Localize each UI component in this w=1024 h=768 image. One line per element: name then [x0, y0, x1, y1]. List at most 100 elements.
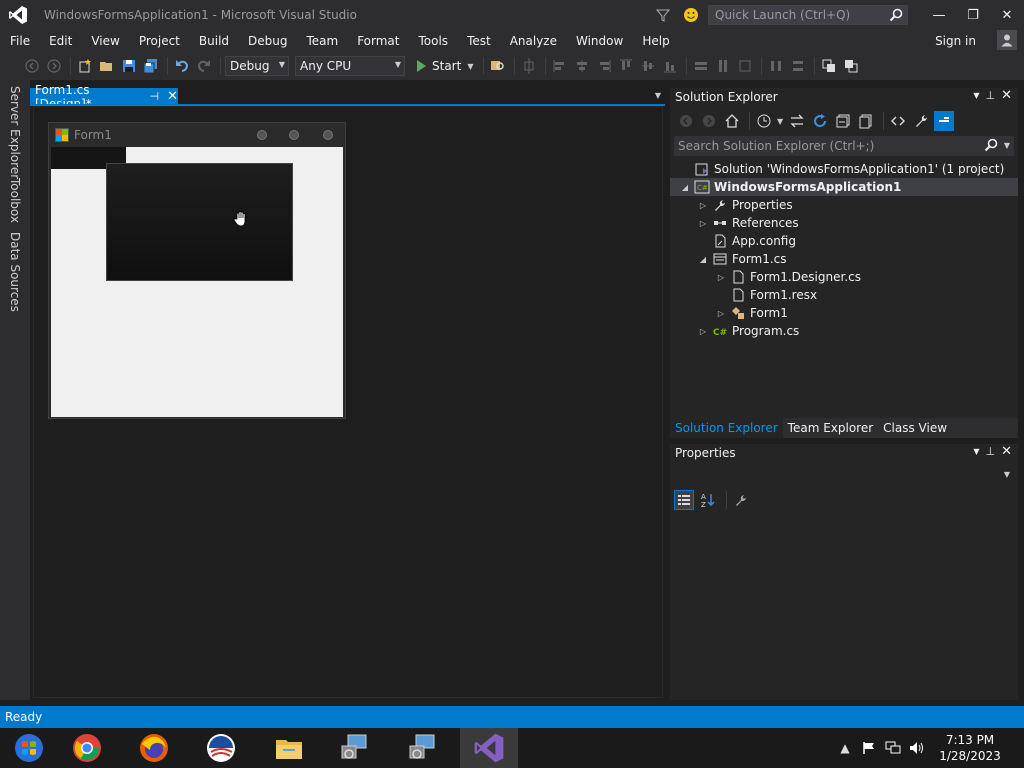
save-all-icon[interactable]: [141, 56, 161, 76]
tab-solution-explorer[interactable]: Solution Explorer: [670, 418, 783, 438]
pin-icon[interactable]: ⊣: [150, 90, 160, 103]
taskbar-firefox[interactable]: [125, 728, 183, 768]
align-to-grid-icon[interactable]: [519, 56, 539, 76]
tree-item-solution[interactable]: Solution 'WindowsFormsApplication1' (1 p…: [670, 160, 1018, 178]
properties-wrench-icon[interactable]: [911, 111, 931, 131]
send-to-back-icon[interactable]: [841, 56, 861, 76]
pin-icon[interactable]: ⊥: [986, 445, 996, 458]
categorized-icon[interactable]: [674, 490, 694, 510]
pending-changes-filter-icon[interactable]: [754, 111, 774, 131]
tree-item-app-config[interactable]: App.config: [670, 232, 1018, 250]
align-middles-icon[interactable]: [638, 56, 658, 76]
menu-test[interactable]: Test: [457, 30, 500, 52]
view-code-icon[interactable]: [888, 111, 908, 131]
menu-format[interactable]: Format: [347, 30, 408, 52]
solution-explorer-search-input[interactable]: Search Solution Explorer (Ctrl+;) ▼: [674, 136, 1014, 156]
taskbar-file-explorer[interactable]: [260, 728, 318, 768]
find-in-files-icon[interactable]: [488, 56, 508, 76]
show-all-files-icon[interactable]: [856, 111, 876, 131]
back-icon[interactable]: [22, 56, 42, 76]
chevron-down-icon[interactable]: ▼: [973, 91, 979, 100]
notification-filter-icon[interactable]: [652, 4, 674, 26]
tab-team-explorer[interactable]: Team Explorer: [783, 418, 879, 438]
chevron-down-icon[interactable]: ▼: [777, 117, 783, 126]
start-button[interactable]: Start ▼: [417, 59, 473, 73]
tree-item-form1-class[interactable]: ▷ Form1: [670, 304, 1018, 322]
undo-icon[interactable]: [172, 56, 192, 76]
tab-class-view[interactable]: Class View: [878, 418, 952, 438]
pin-icon[interactable]: ⊥: [986, 89, 996, 102]
taskbar-network-setup[interactable]: [325, 728, 383, 768]
tree-toggle[interactable]: ▷: [698, 201, 708, 210]
start-menu-button[interactable]: [0, 728, 58, 768]
menu-help[interactable]: Help: [632, 30, 678, 52]
search-icon[interactable]: [889, 8, 903, 25]
solution-platform-select[interactable]: Any CPU ▼: [295, 56, 405, 76]
taskbar-obama-logo[interactable]: [192, 728, 250, 768]
menu-project[interactable]: Project: [129, 30, 189, 52]
form-client-area[interactable]: [51, 147, 343, 417]
tree-item-properties[interactable]: ▷ Properties: [670, 196, 1018, 214]
tree-item-references[interactable]: ▷ References: [670, 214, 1018, 232]
tree-toggle[interactable]: ▷: [716, 273, 726, 282]
forward-icon[interactable]: [44, 56, 64, 76]
server-explorer-tab[interactable]: Server Explorer: [8, 86, 22, 179]
align-bottoms-icon[interactable]: [660, 56, 680, 76]
minimize-button[interactable]: —: [922, 0, 956, 30]
vertical-spacing-icon[interactable]: [788, 56, 808, 76]
tree-toggle[interactable]: ◢: [680, 183, 690, 192]
chevron-down-icon[interactable]: ▼: [1004, 141, 1010, 150]
forward-icon[interactable]: [699, 111, 719, 131]
close-icon[interactable]: ✕: [167, 89, 178, 104]
menu-tools[interactable]: Tools: [409, 30, 458, 52]
action-center-flag-icon[interactable]: [858, 737, 880, 759]
menu-edit[interactable]: Edit: [39, 30, 81, 52]
tree-toggle[interactable]: ▷: [698, 327, 708, 336]
taskbar-clock[interactable]: 7:13 PM 1/28/2023: [930, 732, 1010, 764]
sign-in-link[interactable]: Sign in: [935, 30, 976, 52]
data-sources-tab[interactable]: Data Sources: [8, 232, 22, 312]
make-same-width-icon[interactable]: [691, 56, 711, 76]
sync-with-active-document-icon[interactable]: [787, 111, 807, 131]
quick-launch-input[interactable]: Quick Launch (Ctrl+Q): [708, 5, 908, 25]
align-lefts-icon[interactable]: [550, 56, 570, 76]
menu-build[interactable]: Build: [189, 30, 238, 52]
alphabetical-sort-icon[interactable]: AZ: [698, 490, 718, 510]
object-selector-select[interactable]: ▼: [674, 466, 1014, 486]
tree-toggle[interactable]: ◢: [698, 255, 708, 264]
save-icon[interactable]: [119, 56, 139, 76]
property-pages-wrench-icon[interactable]: [731, 490, 751, 510]
align-tops-icon[interactable]: [616, 56, 636, 76]
preview-selected-items-icon[interactable]: [934, 111, 955, 131]
menu-file[interactable]: File: [0, 30, 39, 52]
align-centers-icon[interactable]: [572, 56, 592, 76]
home-icon[interactable]: [722, 111, 742, 131]
menu-team[interactable]: Team: [296, 30, 347, 52]
taskbar-chrome[interactable]: [58, 728, 116, 768]
tree-item-form1-resx[interactable]: Form1.resx: [670, 286, 1018, 304]
collapse-all-icon[interactable]: [833, 111, 853, 131]
panel-control[interactable]: [106, 163, 293, 281]
network-icon[interactable]: [882, 737, 904, 759]
chevron-down-icon[interactable]: ▼: [973, 447, 979, 456]
back-icon[interactable]: [676, 111, 696, 131]
chevron-down-icon[interactable]: ▼: [655, 91, 661, 100]
tab-form1-design[interactable]: Form1.cs [Design]* ⊣ ✕: [30, 83, 178, 111]
open-file-icon[interactable]: [97, 56, 117, 76]
menu-view[interactable]: View: [81, 30, 128, 52]
user-avatar-icon[interactable]: [997, 30, 1017, 50]
taskbar-network-setup-2[interactable]: [393, 728, 451, 768]
close-icon[interactable]: ✕: [1001, 88, 1012, 103]
make-same-size-icon[interactable]: [735, 56, 755, 76]
tree-toggle[interactable]: ▷: [698, 219, 708, 228]
make-same-height-icon[interactable]: [713, 56, 733, 76]
chevron-down-icon[interactable]: ▼: [1004, 470, 1010, 479]
show-hidden-icons-chevron-up-icon[interactable]: ▲: [834, 737, 856, 759]
horizontal-spacing-icon[interactable]: [766, 56, 786, 76]
redo-icon[interactable]: [194, 56, 214, 76]
close-button[interactable]: ✕: [990, 0, 1024, 30]
designed-form[interactable]: Form1: [48, 122, 346, 419]
close-icon[interactable]: ✕: [1001, 444, 1012, 459]
search-icon[interactable]: [984, 138, 998, 155]
menu-debug[interactable]: Debug: [238, 30, 296, 52]
